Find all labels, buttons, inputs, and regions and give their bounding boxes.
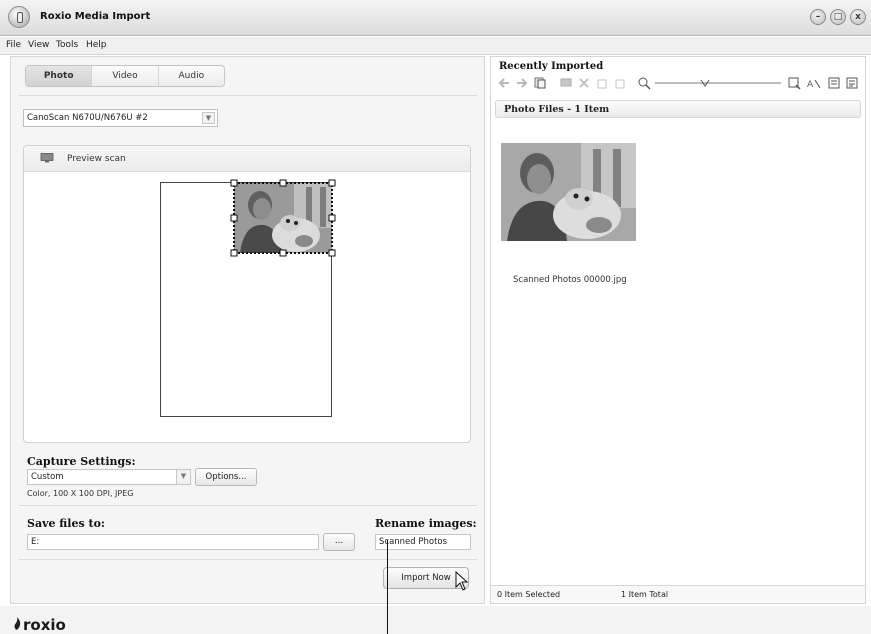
rotate-left-icon[interactable] bbox=[595, 76, 609, 90]
window-title: Roxio Media Import bbox=[40, 11, 151, 22]
capture-panel: Photo Video Audio CanoScan N670U/N676U #… bbox=[10, 56, 485, 604]
tab-video[interactable]: Video bbox=[92, 66, 159, 86]
callout-line bbox=[387, 540, 388, 634]
monitor-icon bbox=[40, 153, 54, 163]
forward-arrow-icon[interactable] bbox=[515, 76, 529, 90]
menu-help[interactable]: Help bbox=[86, 40, 107, 50]
divider bbox=[19, 95, 477, 96]
rename-images-input[interactable]: Scanned Photos bbox=[375, 534, 471, 550]
maximize-button[interactable]: □ bbox=[830, 9, 846, 25]
capture-preset-select[interactable]: Custom ▼ bbox=[27, 469, 191, 485]
total-count-status: 1 Item Total bbox=[621, 590, 669, 599]
list-view-icon[interactable] bbox=[845, 76, 859, 90]
svg-text:A: A bbox=[807, 80, 814, 90]
divider bbox=[19, 505, 477, 506]
recently-imported-panel: Recently Imported A Photo Files - 1 Item bbox=[490, 56, 866, 604]
capture-preset-value: Custom bbox=[31, 472, 64, 482]
chevron-down-icon[interactable]: ▼ bbox=[176, 470, 190, 484]
svg-text:roxio: roxio bbox=[23, 616, 66, 634]
status-bar: 0 Item Selected 1 Item Total bbox=[491, 585, 865, 603]
browse-button[interactable]: ... bbox=[323, 533, 355, 551]
details-view-icon[interactable] bbox=[827, 76, 841, 90]
preview-header: Preview scan bbox=[24, 146, 470, 172]
title-bar: Roxio Media Import – □ x bbox=[0, 0, 871, 36]
menu-file[interactable]: File bbox=[6, 40, 21, 50]
tab-audio[interactable]: Audio bbox=[159, 66, 224, 86]
minimize-button[interactable]: – bbox=[810, 9, 826, 25]
rename-icon[interactable]: A bbox=[807, 76, 821, 90]
capture-description: Color, 100 X 100 DPI, JPEG bbox=[27, 489, 134, 498]
zoom-out-icon[interactable] bbox=[637, 76, 651, 90]
selected-count-status: 0 Item Selected bbox=[497, 590, 561, 599]
capture-settings-title: Capture Settings: bbox=[27, 455, 136, 468]
scan-bed-page bbox=[160, 179, 336, 417]
preview-area: Preview scan bbox=[23, 145, 471, 443]
zoom-slider[interactable] bbox=[653, 76, 783, 90]
app-icon[interactable] bbox=[8, 6, 30, 28]
menu-tools[interactable]: Tools bbox=[56, 40, 78, 50]
zoom-in-icon[interactable] bbox=[787, 76, 801, 90]
scan-selection[interactable] bbox=[230, 179, 336, 257]
device-select-value: CanoScan N670U/N676U #2 bbox=[27, 113, 148, 123]
device-select[interactable]: CanoScan N670U/N676U #2 ▼ bbox=[23, 109, 218, 127]
menu-view[interactable]: View bbox=[28, 40, 49, 50]
copy-icon[interactable] bbox=[533, 76, 547, 90]
photo-files-count-label: Photo Files - 1 Item bbox=[504, 104, 610, 115]
display-icon[interactable] bbox=[559, 76, 573, 90]
save-location-input[interactable]: E: bbox=[27, 534, 319, 550]
divider bbox=[19, 559, 477, 560]
footer-bar: roxio bbox=[0, 606, 871, 634]
menu-bar: File View Tools Help bbox=[0, 37, 871, 55]
viewer-toolbar: A bbox=[495, 75, 861, 93]
back-arrow-icon[interactable] bbox=[497, 76, 511, 90]
recently-imported-title: Recently Imported bbox=[499, 61, 604, 72]
roxio-logo: roxio bbox=[14, 616, 66, 634]
tab-photo[interactable]: Photo bbox=[26, 66, 93, 86]
rename-images-title: Rename images: bbox=[375, 517, 477, 530]
delete-icon[interactable] bbox=[577, 76, 591, 90]
chevron-down-icon[interactable]: ▼ bbox=[202, 112, 215, 124]
options-button[interactable]: Options... bbox=[195, 468, 257, 486]
media-tabs: Photo Video Audio bbox=[25, 65, 225, 87]
mouse-cursor-icon bbox=[455, 571, 469, 591]
photo-files-header: Photo Files - 1 Item bbox=[495, 100, 861, 118]
preview-scan-label[interactable]: Preview scan bbox=[67, 154, 126, 164]
save-files-title: Save files to: bbox=[27, 517, 105, 530]
photo-file-name[interactable]: Scanned Photos 00000.jpg bbox=[513, 275, 627, 285]
photo-thumbnail[interactable] bbox=[501, 143, 636, 241]
rotate-right-icon[interactable] bbox=[613, 76, 627, 90]
close-button[interactable]: x bbox=[850, 9, 866, 25]
